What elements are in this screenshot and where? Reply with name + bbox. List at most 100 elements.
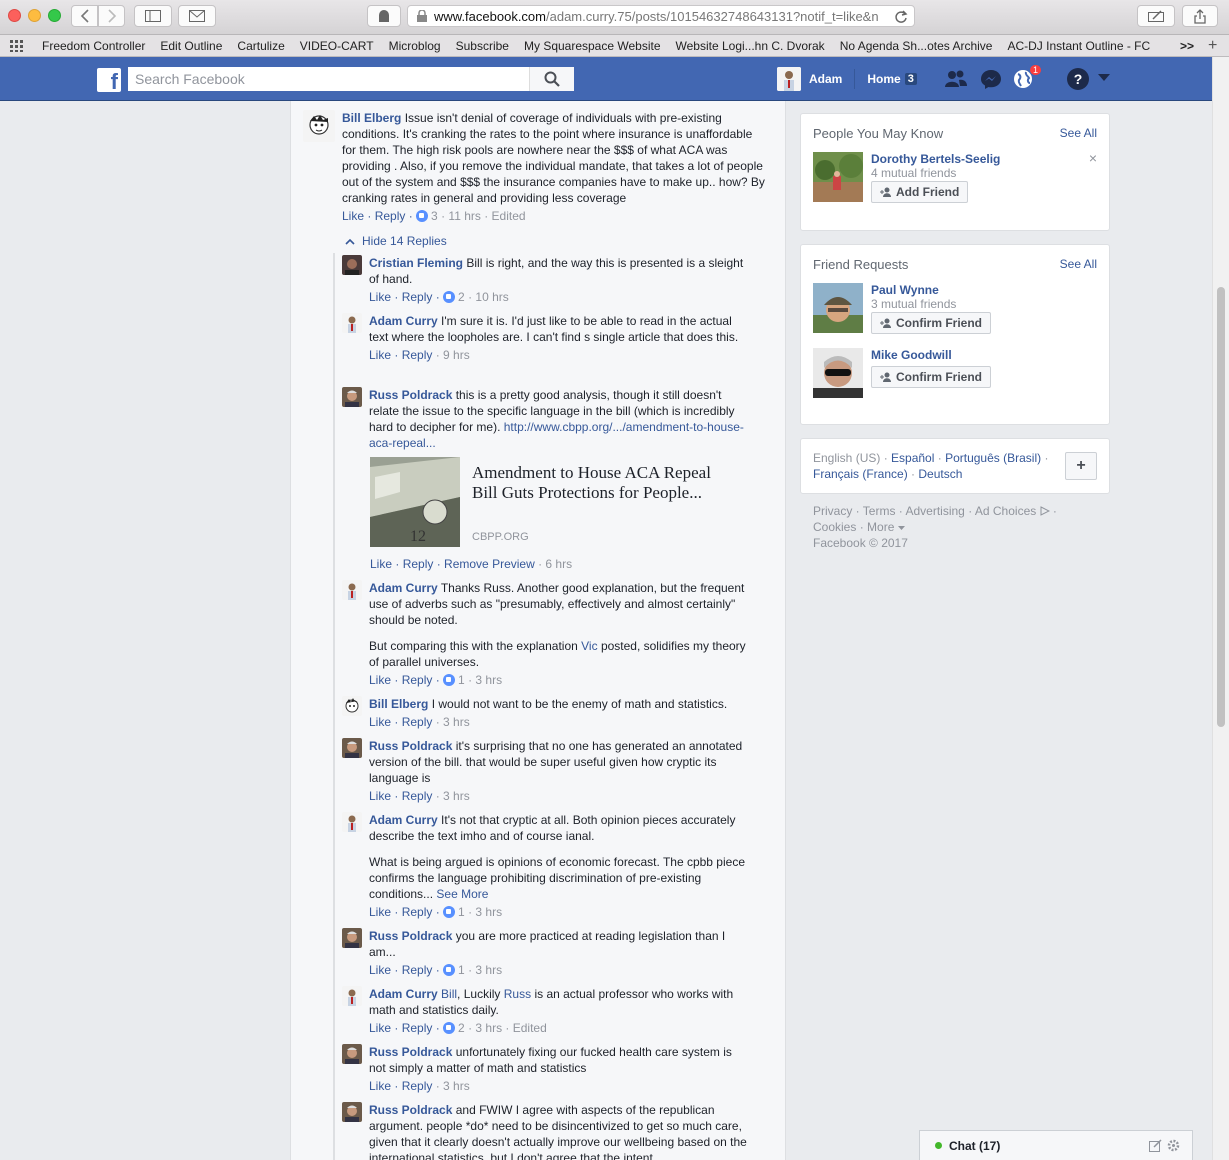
- confirm-friend-button[interactable]: Confirm Friend: [871, 366, 991, 388]
- like-link[interactable]: Like: [369, 789, 391, 803]
- person-photo[interactable]: [813, 152, 863, 202]
- chevron-down-icon[interactable]: [1098, 74, 1122, 96]
- hide-replies-link[interactable]: Hide 14 Replies: [345, 234, 447, 248]
- language-option[interactable]: Deutsch: [918, 467, 962, 481]
- like-link[interactable]: Like: [369, 673, 391, 687]
- like-link[interactable]: Like: [342, 209, 364, 223]
- like-reaction-icon[interactable]: [443, 906, 456, 918]
- add-friend-button[interactable]: Add Friend: [871, 181, 969, 203]
- grid-apps-icon[interactable]: [10, 39, 24, 52]
- reload-icon[interactable]: [894, 10, 908, 24]
- person-name[interactable]: Paul Wynne: [871, 283, 991, 297]
- reply-link[interactable]: Reply: [402, 673, 433, 687]
- gear-icon[interactable]: [1167, 1139, 1180, 1152]
- avatar[interactable]: [342, 313, 362, 333]
- help-button[interactable]: ?: [1067, 68, 1089, 90]
- person-name[interactable]: Mike Goodwill: [871, 348, 991, 362]
- reaction-count[interactable]: 1: [458, 905, 465, 919]
- friend-requests-icon[interactable]: [944, 68, 968, 90]
- comment-author[interactable]: Bill Elberg: [369, 697, 428, 711]
- link-preview-card[interactable]: 12 Amendment to House ACA Repeal Bill Gu…: [370, 457, 750, 547]
- remove-preview-link[interactable]: Remove Preview: [444, 557, 535, 571]
- reaction-count[interactable]: 2: [458, 290, 465, 304]
- bookmark-item[interactable]: My Squarespace Website: [524, 39, 661, 53]
- share-mail-button[interactable]: [178, 5, 216, 27]
- avatar[interactable]: [342, 928, 362, 948]
- like-link[interactable]: Like: [369, 715, 391, 729]
- footer-link[interactable]: Cookies: [813, 520, 856, 534]
- like-reaction-icon[interactable]: [443, 674, 456, 686]
- comment-author[interactable]: Adam Curry: [369, 314, 438, 328]
- mention-link[interactable]: Russ: [504, 987, 531, 1001]
- mutual-friends[interactable]: 4 mutual friends: [871, 166, 1000, 180]
- reply-link[interactable]: Reply: [402, 1079, 433, 1093]
- mutual-friends[interactable]: 3 mutual friends: [871, 297, 991, 311]
- footer-more-link[interactable]: More: [867, 520, 894, 534]
- footer-link[interactable]: Privacy: [813, 504, 852, 518]
- search-button[interactable]: [529, 67, 574, 91]
- reaction-count[interactable]: 2: [458, 1021, 465, 1035]
- bookmark-item[interactable]: No Agenda Sh...otes Archive: [840, 39, 993, 53]
- reply-link[interactable]: Reply: [402, 1021, 433, 1035]
- page-scrollbar[interactable]: [1212, 57, 1229, 1160]
- address-bar[interactable]: www.facebook.com/adam.curry.75/posts/101…: [407, 5, 915, 27]
- language-option[interactable]: Español: [891, 451, 934, 465]
- zoom-window-button[interactable]: [48, 9, 61, 22]
- avatar[interactable]: [342, 812, 362, 832]
- comment-author[interactable]: Russ Poldrack: [369, 929, 452, 943]
- like-link[interactable]: Like: [369, 348, 391, 362]
- privacy-button[interactable]: [367, 5, 401, 27]
- person-photo[interactable]: [813, 348, 863, 398]
- mention-link[interactable]: Bill: [441, 987, 457, 1001]
- like-link[interactable]: Like: [369, 905, 391, 919]
- comment-author[interactable]: Cristian Fleming: [369, 256, 463, 270]
- mention-link[interactable]: Vic: [581, 639, 597, 653]
- footer-link[interactable]: Ad Choices: [975, 504, 1036, 518]
- reply-link[interactable]: Reply: [402, 905, 433, 919]
- reply-link[interactable]: Reply: [402, 290, 433, 304]
- share-button[interactable]: [1182, 5, 1218, 27]
- home-link[interactable]: Home: [867, 72, 900, 86]
- messenger-icon[interactable]: [979, 68, 1003, 90]
- avatar[interactable]: [342, 1044, 362, 1064]
- reaction-count[interactable]: 1: [458, 963, 465, 977]
- language-option[interactable]: Português (Brasil): [945, 451, 1041, 465]
- sidebar-toggle-button[interactable]: [134, 5, 172, 27]
- reply-link[interactable]: Reply: [403, 557, 434, 571]
- bookmark-item[interactable]: Freedom Controller: [42, 39, 145, 53]
- notifications-button[interactable]: 1: [1012, 64, 1042, 90]
- close-window-button[interactable]: [8, 9, 21, 22]
- see-all-link[interactable]: See All: [1060, 257, 1097, 271]
- avatar[interactable]: [342, 986, 362, 1006]
- avatar[interactable]: [342, 580, 362, 600]
- scrollbar-thumb[interactable]: [1217, 287, 1225, 727]
- like-reaction-icon[interactable]: [443, 291, 456, 303]
- comment-author[interactable]: Russ Poldrack: [369, 1045, 452, 1059]
- bookmark-item[interactable]: Cartulize: [237, 39, 284, 53]
- comment-author[interactable]: Bill Elberg: [342, 111, 401, 125]
- language-option[interactable]: Français (France): [813, 467, 908, 481]
- footer-link[interactable]: Advertising: [905, 504, 964, 518]
- comment-author[interactable]: Adam Curry: [369, 813, 438, 827]
- dismiss-suggestion-button[interactable]: ×: [1089, 150, 1097, 166]
- like-reaction-icon[interactable]: [443, 964, 456, 976]
- comment-author[interactable]: Russ Poldrack: [369, 388, 452, 402]
- avatar[interactable]: [342, 1102, 362, 1122]
- see-all-link[interactable]: See All: [1060, 126, 1097, 140]
- comment-author[interactable]: Adam Curry: [369, 581, 438, 595]
- bookmark-item[interactable]: Website Logi...hn C. Dvorak: [676, 39, 825, 53]
- reaction-count[interactable]: 1: [458, 673, 465, 687]
- facebook-logo[interactable]: f: [97, 68, 121, 92]
- like-reaction-icon[interactable]: [443, 1022, 456, 1034]
- bookmark-item[interactable]: AC-DJ Instant Outline - FC: [1007, 39, 1150, 53]
- see-more-link[interactable]: See More: [436, 887, 488, 901]
- search-input[interactable]: [128, 67, 529, 91]
- comment-author[interactable]: Russ Poldrack: [369, 739, 452, 753]
- back-button[interactable]: [71, 5, 98, 27]
- new-tab-button[interactable]: +: [1208, 37, 1217, 55]
- avatar[interactable]: [342, 696, 362, 716]
- bookmark-item[interactable]: Microblog: [389, 39, 441, 53]
- avatar[interactable]: [303, 110, 335, 142]
- avatar[interactable]: [342, 255, 362, 275]
- bookmark-item[interactable]: VIDEO-CART: [300, 39, 374, 53]
